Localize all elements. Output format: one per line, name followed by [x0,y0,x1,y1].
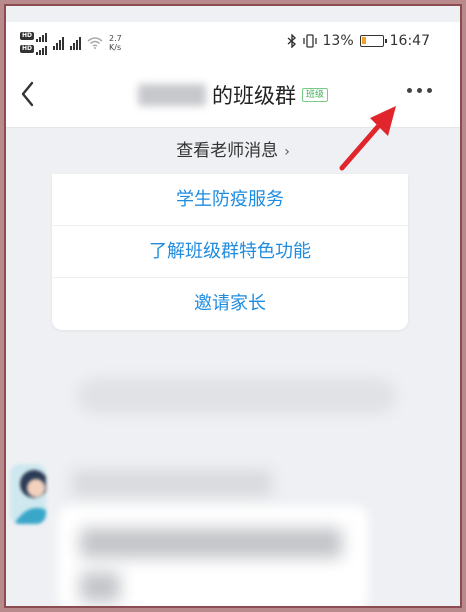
network-speed: 2.7 K/s [109,34,122,52]
status-bar: HD HD 2.7 K/s 13% 16:47 [6,22,460,62]
wifi-icon [87,36,103,49]
clock: 16:47 [389,33,430,49]
blurred-system-notice [78,378,396,414]
blurred-message-line-1 [80,528,342,558]
dropdown-menu: 学生防疫服务 了解班级群特色功能 邀请家长 [52,174,408,330]
avatar[interactable] [10,464,46,524]
blurred-message-line-2 [80,572,120,602]
status-left: HD HD 2.7 K/s [20,30,122,55]
blurred-sender-name [72,470,272,496]
redacted-class-name [137,84,206,106]
menu-item-epidemic-service[interactable]: 学生防疫服务 [52,174,408,226]
class-tag-badge: 班级 [301,88,328,102]
speed-value: 2.7 [109,33,122,43]
bluetooth-icon [287,34,296,48]
speed-unit: K/s [109,42,122,52]
battery-level-fill [361,37,366,44]
status-right: 13% 16:47 [287,33,430,49]
menu-item-invite-parents[interactable]: 邀请家长 [52,278,408,330]
signal-icon [53,36,65,50]
chevron-right-icon: › [284,144,290,160]
sim-indicators: HD HD [20,30,48,55]
signal-2-icon [70,36,82,50]
view-teacher-messages-link[interactable]: 查看老师消息 › [6,128,460,174]
battery-percent: 13% [322,33,354,49]
battery-icon [359,35,387,47]
sim2-icon: HD [20,43,48,55]
more-options-icon[interactable] [407,88,432,93]
title-suffix: 的班级群 [211,84,296,108]
teacher-link-label: 查看老师消息 [176,141,279,161]
sim1-icon: HD [20,30,48,42]
phone-frame: HD HD 2.7 K/s 13% 16:47 的班级群 班级 查看老师消息 ›… [4,4,462,608]
menu-item-class-group-features[interactable]: 了解班级群特色功能 [52,226,408,278]
vibrate-icon [302,34,317,48]
